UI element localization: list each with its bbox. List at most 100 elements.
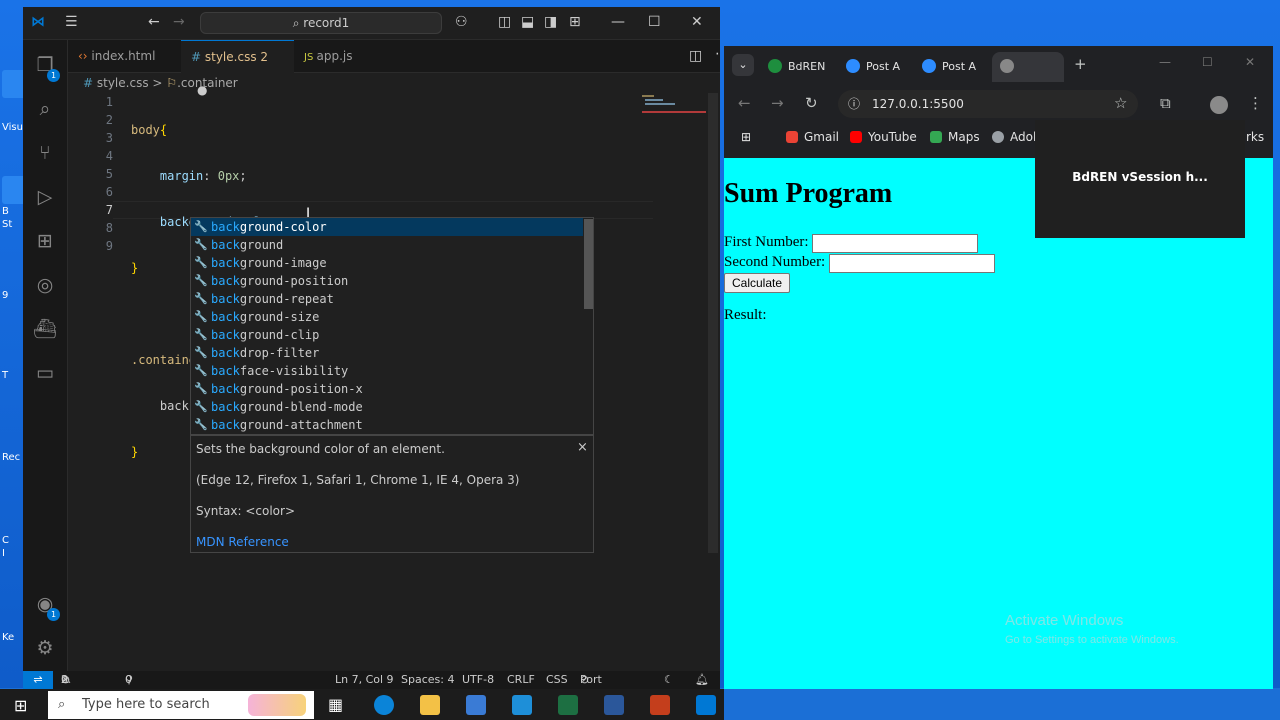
editor-tabs: ‹› index.html # style.css 2 ● JS app.js …	[68, 40, 720, 97]
close-icon[interactable]: ✕	[691, 14, 703, 30]
suggestion-item[interactable]: 🔧 background-attachment	[191, 416, 583, 434]
menu-icon[interactable]: ☰	[65, 14, 78, 30]
maximize-icon[interactable]: ☐	[1202, 55, 1213, 69]
task-view-icon[interactable]: ▦	[328, 695, 343, 714]
minimize-icon[interactable]: —	[611, 14, 625, 30]
activate-windows-title: Activate Windows	[1005, 612, 1124, 629]
chrome-menu-icon[interactable]: ⋮	[1248, 94, 1263, 112]
edge-devtools-icon[interactable]: ◎	[33, 273, 57, 297]
first-number-label: First Number:	[724, 234, 809, 250]
wrench-icon: 🔧	[194, 418, 208, 431]
bookmark-youtube[interactable]: YouTube	[850, 130, 917, 144]
cursor-position[interactable]: Ln 7, Col 9	[335, 671, 394, 689]
bookmark-star-icon[interactable]: ☆	[1114, 94, 1127, 112]
bookmark-adol[interactable]: Adol	[992, 130, 1036, 144]
run-debug-icon[interactable]: ▷	[33, 185, 57, 209]
bookmark-gmail[interactable]: Gmail	[786, 130, 839, 144]
suggestion-item[interactable]: 🔧 background-clip	[191, 326, 583, 344]
edge-icon[interactable]	[374, 695, 394, 715]
suggestion-item[interactable]: 🔧 background-size	[191, 308, 583, 326]
docker-icon[interactable]: ⛴	[33, 317, 57, 341]
suggestion-item[interactable]: 🔧 background	[191, 236, 583, 254]
address-bar[interactable]: ⓘ 127.0.0.1:5500	[838, 90, 1138, 118]
back-arrow-icon[interactable]: ←	[738, 94, 751, 112]
file-explorer-icon[interactable]	[420, 695, 440, 715]
vscode-taskbar-icon[interactable]	[696, 695, 716, 715]
search-icon[interactable]: ⌕	[33, 97, 57, 121]
remote-explorer-icon[interactable]: ▭	[33, 361, 57, 385]
source-control-icon[interactable]: ⑂	[33, 141, 57, 165]
line-endings[interactable]: CRLF	[507, 671, 535, 689]
forward-arrow-icon[interactable]: →	[173, 14, 185, 30]
windows-start-icon[interactable]: ⊞	[14, 696, 27, 715]
layout-icon[interactable]: ⊞	[569, 14, 581, 30]
excel-icon[interactable]	[558, 695, 578, 715]
tab-style-css[interactable]: # style.css 2 ●	[181, 40, 294, 97]
suggestion-item[interactable]: 🔧 background-repeat	[191, 290, 583, 308]
suggestion-item[interactable]: 🔧 background-position-x	[191, 380, 583, 398]
extensions-icon[interactable]: ⧉	[1160, 94, 1171, 112]
bookmark-maps[interactable]: Maps	[930, 130, 980, 144]
indentation[interactable]: Spaces: 4	[401, 671, 454, 689]
minimap[interactable]	[640, 93, 706, 123]
tab-app-js[interactable]: JS app.js	[294, 40, 407, 73]
search-icon: ⌕	[58, 697, 66, 712]
vsession-popup[interactable]: BdREN vSession h...	[1035, 120, 1245, 238]
tab-index-html[interactable]: ‹› index.html	[68, 40, 181, 73]
suggestion-item[interactable]: 🔧 backdrop-filter	[191, 344, 583, 362]
back-arrow-icon[interactable]: ←	[148, 14, 160, 30]
second-number-input[interactable]	[829, 254, 995, 273]
chrome-tab[interactable]: Post A	[922, 52, 976, 82]
maximize-icon[interactable]: ☐	[648, 14, 661, 30]
suggestion-item[interactable]: 🔧 background-color	[191, 218, 583, 236]
notifications-bell-icon[interactable]: 🔔︎	[695, 671, 709, 689]
editor-scrollbar[interactable]	[708, 93, 718, 553]
bookmark-overflow[interactable]: rks	[1246, 130, 1264, 144]
word-icon[interactable]	[604, 695, 624, 715]
desktop-label: 9	[2, 290, 9, 301]
suggestion-item[interactable]: 🔧 backface-visibility	[191, 362, 583, 380]
toggle-secondary-sidebar-icon[interactable]: ◨	[544, 14, 557, 30]
language-mode[interactable]: CSS	[546, 671, 568, 689]
reload-icon[interactable]: ↻	[805, 94, 818, 112]
close-details-icon[interactable]: ×	[577, 440, 588, 455]
chrome-tab-active[interactable]: Su✕	[992, 52, 1064, 103]
suggestion-scrollbar[interactable]	[584, 219, 593, 309]
apps-grid-icon[interactable]: ⊞	[741, 130, 751, 144]
suggestion-item[interactable]: 🔧 background-position	[191, 272, 583, 290]
js-file-icon: JS	[304, 52, 317, 63]
remote-indicator-icon[interactable]: ⇌	[23, 671, 53, 689]
suggestion-item[interactable]: 🔧 background-blend-mode	[191, 398, 583, 416]
extensions-icon[interactable]: ⊞	[33, 229, 57, 253]
mdn-reference-link[interactable]: MDN Reference	[196, 535, 289, 549]
encoding[interactable]: UTF-8	[462, 671, 494, 689]
toggle-panel-icon[interactable]: ⬓	[521, 14, 534, 30]
settings-gear-icon[interactable]: ⚙	[33, 636, 57, 660]
toggle-sidebar-icon[interactable]: ◫	[498, 14, 511, 30]
taskbar-search[interactable]: ⌕ Type here to search	[48, 691, 314, 719]
calculate-button[interactable]: Calculate	[724, 273, 791, 293]
new-tab-icon[interactable]: +	[1074, 55, 1087, 73]
split-editor-icon[interactable]: ◫	[689, 48, 702, 64]
first-number-input[interactable]	[812, 234, 978, 253]
powerpoint-icon[interactable]	[650, 695, 670, 715]
profile-avatar[interactable]	[1210, 96, 1228, 114]
forward-arrow-icon[interactable]: →	[771, 94, 784, 112]
chrome-tab[interactable]: BdREN	[768, 52, 825, 82]
close-icon[interactable]: ✕	[1245, 55, 1255, 69]
desktop-label: Rec	[2, 452, 21, 463]
more-actions-icon[interactable]: ⋯	[715, 46, 720, 62]
chrome-tab[interactable]: Post A	[846, 52, 900, 82]
copilot-status-icon[interactable]: ☾	[664, 671, 674, 689]
search-text: record1	[303, 16, 350, 30]
minimize-icon[interactable]: —	[1159, 55, 1171, 69]
command-center-search[interactable]: ⌕ record1	[200, 12, 442, 34]
store-icon[interactable]	[466, 695, 486, 715]
tab-search-icon[interactable]: ⌄	[732, 54, 754, 76]
suggestion-item[interactable]: 🔧 background-image	[191, 254, 583, 272]
copilot-icon[interactable]: ⚇	[455, 14, 468, 30]
mail-icon[interactable]	[512, 695, 532, 715]
site-info-icon[interactable]: ⓘ	[848, 90, 860, 118]
wrench-icon: 🔧	[194, 238, 208, 251]
vscode-window: ⋈ ☰ ← → ⌕ record1 ⚇ ◫ ⬓ ◨ ⊞ — ☐ ✕ ❐ 1 ⌕ …	[23, 7, 720, 689]
